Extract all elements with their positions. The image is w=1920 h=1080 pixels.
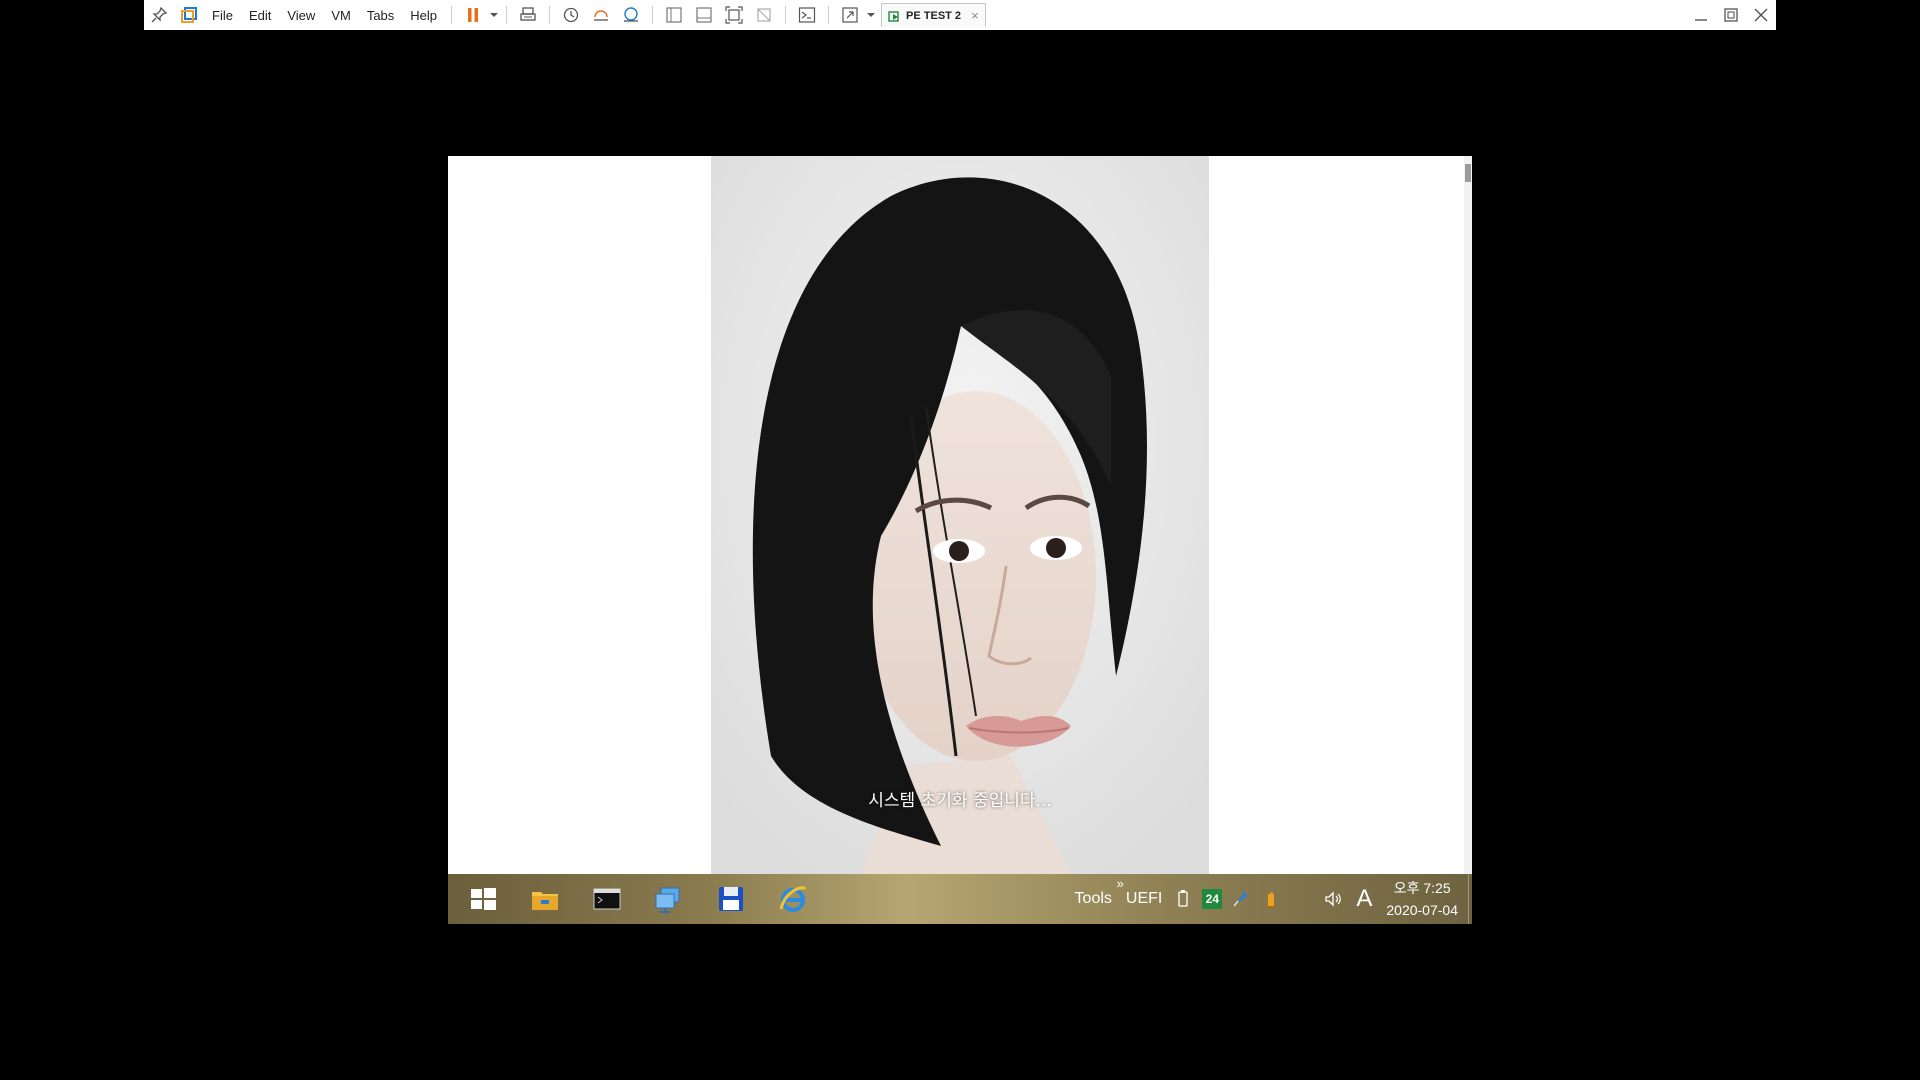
toolbar-separator [549,6,551,24]
menu-view[interactable]: View [279,8,323,23]
desktop-wallpaper [711,156,1209,874]
dropdown-arrow-icon[interactable] [865,4,877,26]
toolbar-separator [451,6,453,24]
restore-icon[interactable] [1716,0,1746,30]
close-icon[interactable] [1746,0,1776,30]
toolbar-separator [506,6,508,24]
toolbar-separator [652,6,654,24]
clock-time: 오후 7:25 [1393,880,1451,896]
vmware-library-icon[interactable] [178,4,200,26]
floppy-save-icon[interactable] [702,874,760,924]
guest-screen[interactable]: 시스템 초기화 중입니다... Tools » UEFI 24 A 오후 7:2… [448,156,1472,924]
pencil-tool-icon[interactable] [1260,888,1282,910]
show-desktop-button[interactable] [1468,874,1472,924]
single-pane-icon[interactable] [663,4,685,26]
minimize-icon[interactable] [1686,0,1716,30]
network-icon[interactable] [640,874,698,924]
system-tray: Tools » UEFI 24 A 오후 7:25 2020-07-04 [1069,874,1472,924]
ime-indicator[interactable]: A [1356,885,1372,913]
dropdown-arrow-icon[interactable] [488,4,500,26]
pin-icon[interactable] [148,4,170,26]
revert-snapshot-icon[interactable] [590,4,612,26]
menu-tabs[interactable]: Tabs [359,8,402,23]
menu-file[interactable]: File [204,8,241,23]
speaker-icon[interactable] [1322,888,1344,910]
tab-vm-label: PE TEST 2 [906,9,962,22]
tools-chevron[interactable]: » [1117,876,1124,891]
pin-tool-icon[interactable] [1230,888,1252,910]
toolbar-separator [828,6,830,24]
console-view-icon[interactable] [796,4,818,26]
windows-start-icon[interactable] [454,874,512,924]
vm-tab-icon [888,9,902,23]
vmware-toolbar: File Edit View VM Tabs Help PE TEST 2 × [144,0,1776,30]
tab-close-button[interactable]: × [971,8,979,23]
menu-vm[interactable]: VM [323,8,359,23]
unity-icon[interactable] [753,4,775,26]
snapshot-icon[interactable] [560,4,582,26]
scrollbar-thumb[interactable] [1465,164,1471,182]
menu-help[interactable]: Help [402,8,445,23]
guest-scrollbar[interactable] [1464,156,1472,874]
send-ctrl-alt-del-icon[interactable] [517,4,539,26]
internet-explorer-icon[interactable] [764,874,822,924]
tab-vm[interactable]: PE TEST 2 × [881,3,986,27]
tools-label: Tools [1074,890,1112,907]
file-explorer-icon[interactable] [516,874,574,924]
usb-drive-icon[interactable] [1172,888,1194,910]
clock-date: 2020-07-04 [1386,902,1458,918]
uefi-label: UEFI [1125,890,1163,907]
tools-toolbar[interactable]: Tools » [1074,876,1124,908]
taskbar: Tools » UEFI 24 A 오후 7:25 2020-07-04 [448,874,1472,924]
command-prompt-icon[interactable] [578,874,636,924]
menu-edit[interactable]: Edit [241,8,279,23]
snapshot-manager-icon[interactable] [620,4,642,26]
system-init-message: 시스템 초기화 중입니다... [868,791,1052,811]
full-screen-icon[interactable] [723,4,745,26]
stretch-guest-icon[interactable] [839,4,861,26]
pause-icon[interactable] [462,4,484,26]
window-controls [1686,0,1776,30]
badge-24[interactable]: 24 [1202,889,1223,909]
clock[interactable]: 오후 7:25 2020-07-04 [1386,877,1458,921]
thumbnail-bar-icon[interactable] [693,4,715,26]
toolbar-separator [785,6,787,24]
